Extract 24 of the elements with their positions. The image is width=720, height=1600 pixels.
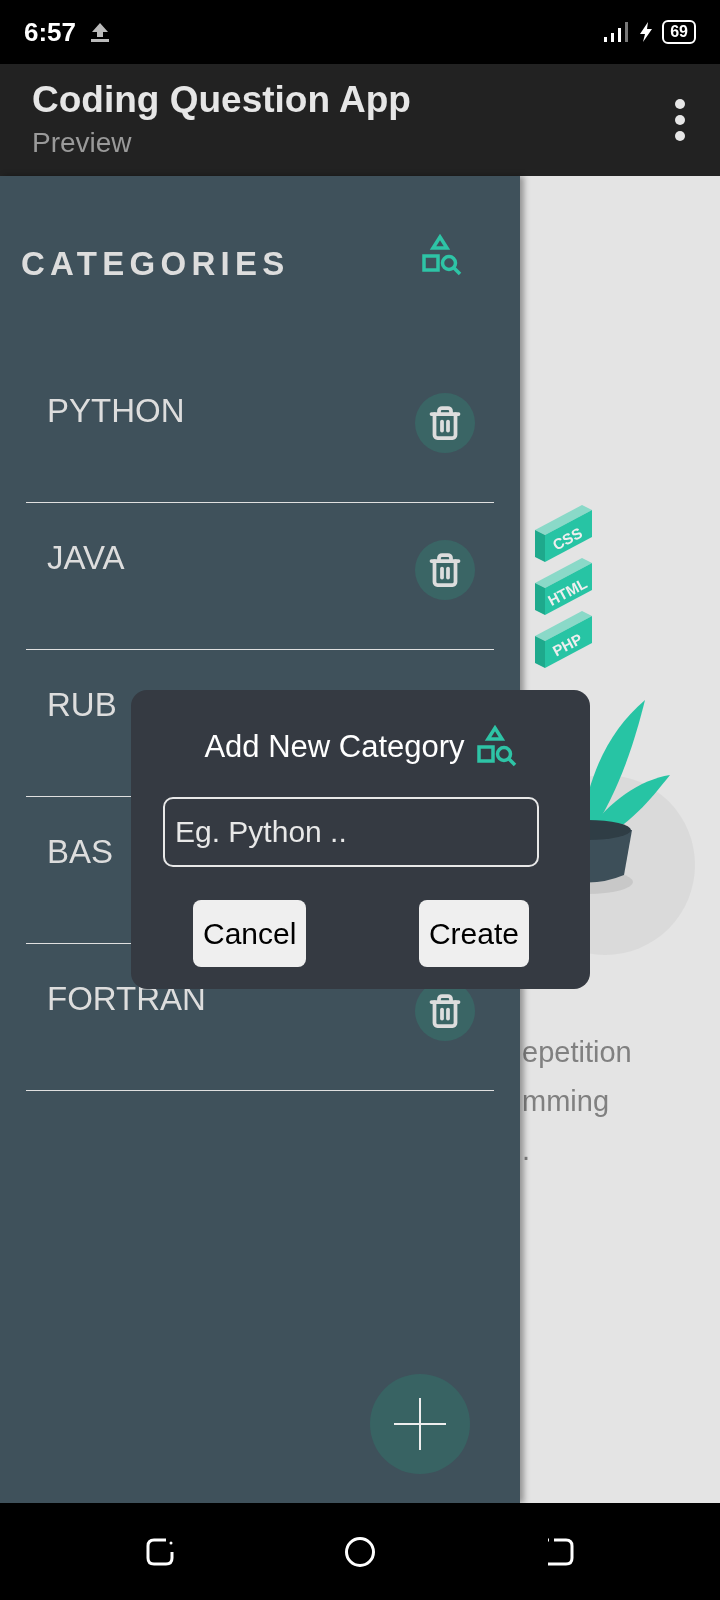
clock-time: 6:57 (24, 15, 77, 49)
dialog-button[interactable]: Cancel (193, 899, 307, 967)
trash-icon (427, 993, 463, 1029)
drawer-title: CATEGORIES (21, 244, 290, 284)
description-text: mming (522, 1084, 610, 1119)
trash-icon (427, 405, 463, 441)
charging-icon (638, 20, 655, 44)
category-name[interactable]: RUB (47, 680, 117, 730)
dialog-title: Add New Category (204, 728, 465, 766)
description-text: epetition (522, 1035, 633, 1070)
app-title: Coding Question App (32, 78, 411, 122)
category-name[interactable]: PYTHON (47, 386, 185, 436)
battery-level: 69 (662, 20, 696, 44)
trash-icon (427, 552, 463, 588)
description-text: . (522, 1133, 532, 1168)
app-subtitle: Preview (32, 126, 133, 160)
dialog-button[interactable]: Create (418, 899, 529, 967)
category-name[interactable]: JAVA (47, 533, 125, 583)
category-input-field[interactable]: Eg. Python .. (163, 796, 539, 867)
category-name[interactable]: BAS (47, 827, 114, 877)
plus-icon (394, 1398, 446, 1450)
signal-icon (602, 20, 631, 44)
home-icon[interactable] (344, 1535, 376, 1568)
shapes-search-icon (422, 234, 462, 278)
